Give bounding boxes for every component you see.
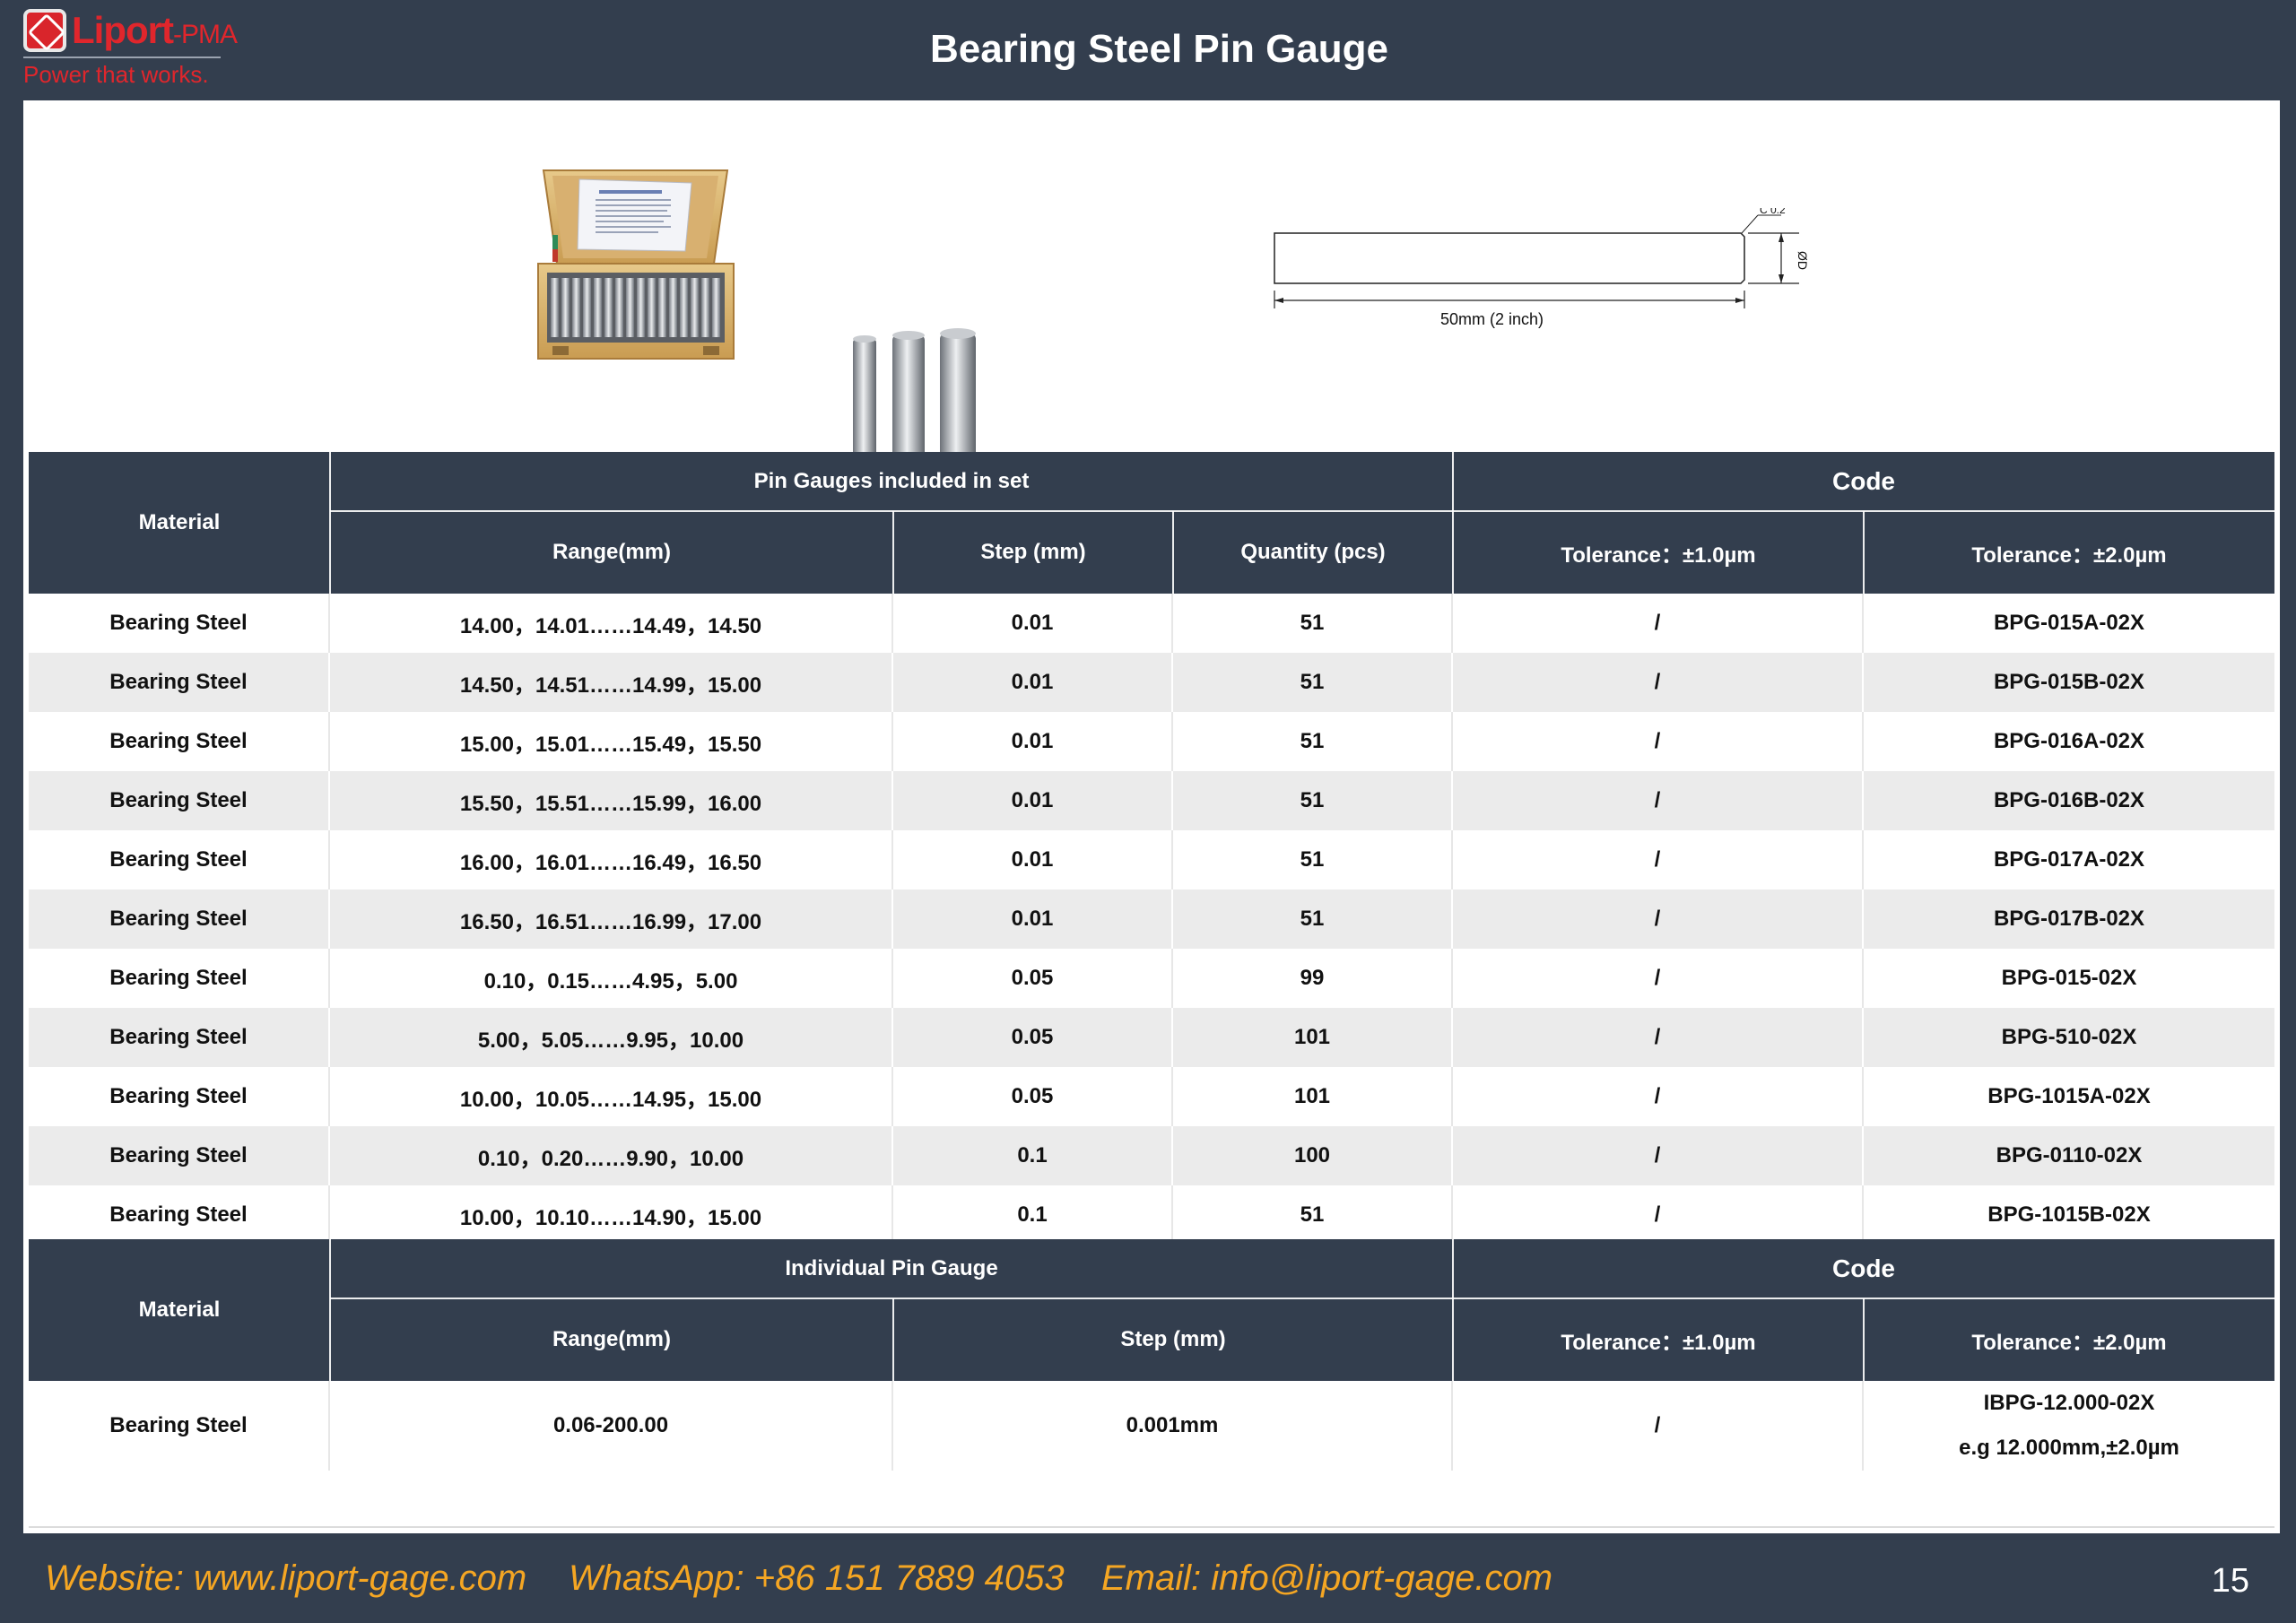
whatsapp-contact[interactable]: WhatsApp: +86 151 7889 4053 [569,1558,1065,1599]
header-group-set: Pin Gauges included in set [330,452,1453,511]
header-range: Range(mm) [330,1298,893,1381]
table-row: Bearing Steel 16.00，16.01……16.49，16.50 0… [29,830,2274,890]
table-row: Bearing Steel 0.10，0.15……4.95，5.00 0.05 … [29,949,2274,1008]
email-link[interactable]: Email: info@liport-gage.com [1101,1558,1552,1599]
page-title: Bearing Steel Pin Gauge [929,27,1389,71]
pin-gauge-set-box-image [537,169,735,360]
header-range: Range(mm) [330,511,893,594]
pin-gauge-set-table: Material Pin Gauges included in set Code… [29,452,2274,1245]
header-quantity: Quantity (pcs) [1173,511,1453,594]
individual-pin-gauge-table: Material Individual Pin Gauge Code Range… [29,1239,2274,1508]
loose-pin-gauges-image [853,328,976,459]
length-label: 50mm (2 inch) [1440,310,1544,328]
page-footer: Website: www.liport-gage.com WhatsApp: +… [0,1535,2296,1623]
code-cell: IBPG-12.000-02X e.g 12.000mm,±2.0µm [1864,1381,2274,1471]
header-tolerance-1um: Tolerance：±1.0µm [1453,1298,1864,1381]
header-tolerance-2um: Tolerance：±2.0µm [1864,511,2274,594]
header-group-code: Code [1453,1239,2274,1298]
table-row: Bearing Steel 16.50，16.51……16.99，17.00 0… [29,890,2274,949]
table-row: Bearing Steel 0.06-200.00 0.001mm / IBPG… [29,1381,2274,1471]
header-group-individual: Individual Pin Gauge [330,1239,1453,1298]
page-number: 15 [2211,1562,2249,1600]
table-row: Bearing Steel 15.00，15.01……15.49，15.50 0… [29,712,2274,771]
header-step: Step (mm) [893,1298,1453,1381]
panel-divider [29,1526,2274,1528]
table-row: Bearing Steel 10.00，10.10……14.90，15.00 0… [29,1185,2274,1245]
code-example: e.g 12.000mm,±2.0µm [1959,1436,2179,1460]
content-panel: C 0.2 ØD 50mm (2 inch) Material Pin Gaug… [23,100,2280,1533]
header-group-code: Code [1453,452,2274,511]
table-row: Bearing Steel 0.10，0.20……9.90，10.00 0.1 … [29,1126,2274,1185]
page-header: Liport-PMA Power that works. Bearing Ste… [0,0,2296,99]
header-material: Material [29,452,330,594]
table-row: Bearing Steel 15.50，15.51……15.99，16.00 0… [29,771,2274,830]
table-row: Bearing Steel 14.00，14.01……14.49，14.50 0… [29,594,2274,653]
header-tolerance-1um: Tolerance：±1.0µm [1453,511,1864,594]
header-material: Material [29,1239,330,1381]
table-row: Bearing Steel 10.00，10.05……14.95，15.00 0… [29,1067,2274,1126]
header-tolerance-2um: Tolerance：±2.0µm [1864,1298,2274,1381]
diameter-label: ØD [1796,251,1810,270]
website-link[interactable]: Website: www.liport-gage.com [45,1558,526,1599]
individual-code: IBPG-12.000-02X [1983,1391,2155,1415]
header-step: Step (mm) [893,511,1173,594]
pin-dimension-drawing: C 0.2 ØD 50mm (2 inch) [1274,208,1810,328]
table-row: Bearing Steel 14.50，14.51……14.99，15.00 0… [29,653,2274,712]
table-row: Bearing Steel 5.00，5.05……9.95，10.00 0.05… [29,1008,2274,1067]
chamfer-label: C 0.2 [1760,208,1786,216]
product-images: C 0.2 ØD 50mm (2 inch) [23,100,2280,459]
